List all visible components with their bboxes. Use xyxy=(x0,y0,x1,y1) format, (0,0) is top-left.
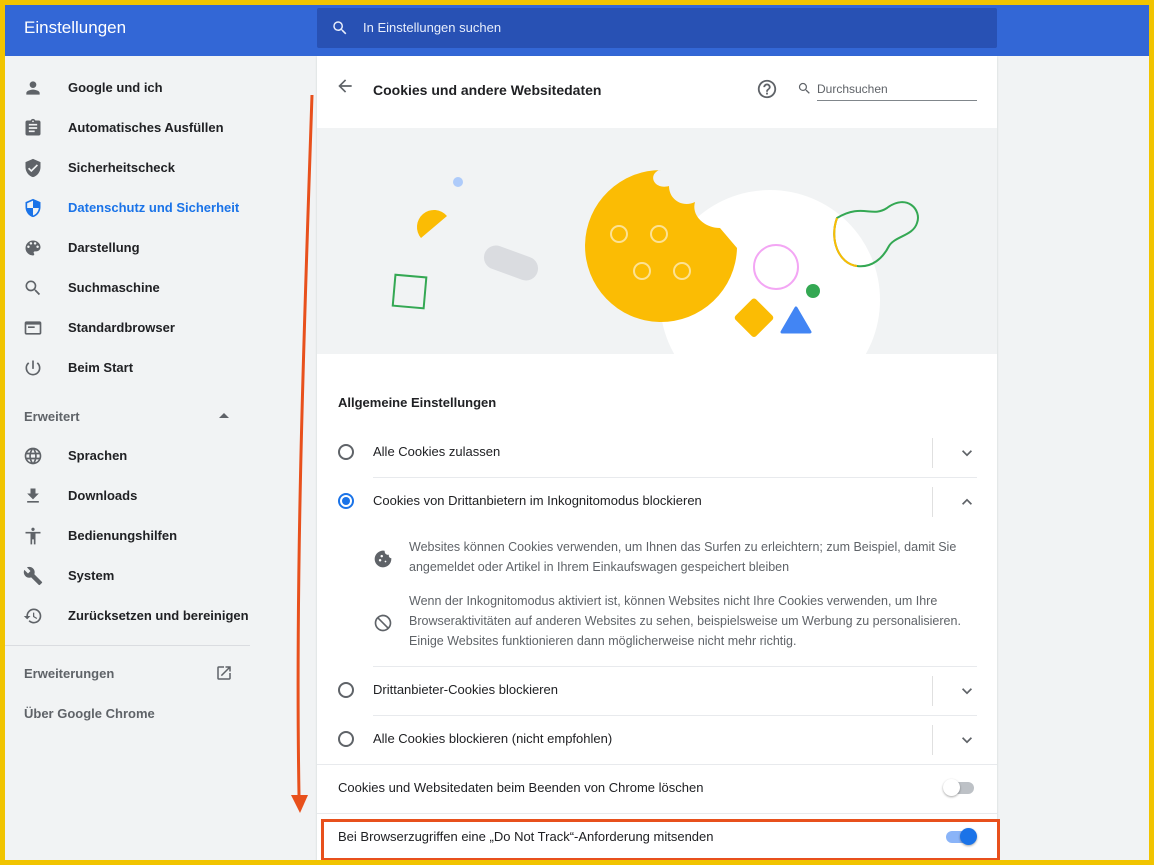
clear-on-exit-toggle[interactable] xyxy=(943,779,974,796)
sidebar-item-default-browser[interactable]: Standardbrowser xyxy=(5,310,250,346)
sidebar-item-accessibility[interactable]: Bedienungshilfen xyxy=(5,518,250,554)
radio-row-block-third-party[interactable]: Drittanbieter-Cookies blockieren xyxy=(317,666,997,714)
sidebar-item-reset[interactable]: Zurücksetzen und bereinigen xyxy=(5,598,250,634)
radio-label: Drittanbieter-Cookies blockieren xyxy=(373,682,558,697)
radio-block-third-party[interactable] xyxy=(338,682,354,698)
back-arrow-icon[interactable] xyxy=(335,76,355,96)
search-icon xyxy=(798,82,810,94)
collapse-arrow-icon[interactable] xyxy=(218,411,230,419)
radio-row-block-all[interactable]: Alle Cookies blockieren (nicht empfohlen… xyxy=(317,715,997,763)
sidebar-item-label: Automatisches Ausfüllen xyxy=(68,120,224,135)
browser-icon xyxy=(24,321,42,335)
radio-label: Cookies von Drittanbietern im Inkognitom… xyxy=(373,493,702,508)
general-settings-heading: Allgemeine Einstellungen xyxy=(338,395,497,410)
radio-label: Alle Cookies zulassen xyxy=(373,444,501,459)
external-link-icon[interactable] xyxy=(215,664,233,682)
clear-on-exit-row[interactable]: Cookies und Websitedaten beim Beenden vo… xyxy=(317,764,997,812)
restore-icon xyxy=(23,608,42,624)
clear-on-exit-label: Cookies und Websitedaten beim Beenden vo… xyxy=(338,780,704,795)
download-icon xyxy=(27,488,39,503)
about-chrome-link[interactable]: Über Google Chrome xyxy=(24,706,155,721)
sidebar-item-privacy[interactable]: Datenschutz und Sicherheit xyxy=(5,190,250,226)
sidebar-item-label: Downloads xyxy=(68,488,138,503)
cookies-illustration-graphic xyxy=(391,169,919,354)
toggle-knob xyxy=(943,779,960,796)
advanced-section-label[interactable]: Erweitert xyxy=(24,409,80,424)
accessibility-icon xyxy=(25,527,41,545)
row-separator xyxy=(932,676,933,706)
sidebar-item-appearance[interactable]: Darstellung xyxy=(5,230,250,266)
description-cookies: Websites können Cookies verwenden, um Ih… xyxy=(409,540,957,574)
sidebar-item-languages[interactable]: Sprachen xyxy=(5,438,250,474)
row-separator xyxy=(932,487,933,517)
extensions-link[interactable]: Erweiterungen xyxy=(24,666,114,681)
settings-window: Einstellungen In Einstellungen suchen Go… xyxy=(5,5,1149,860)
radio-row-allow-all[interactable]: Alle Cookies zulassen xyxy=(317,428,997,476)
sidebar-item-label: Standardbrowser xyxy=(68,320,175,335)
sidebar-item-label: System xyxy=(68,568,115,583)
sidebar-item-label: Zurücksetzen und bereinigen xyxy=(68,608,249,623)
shield-check-icon xyxy=(25,158,41,178)
radio-block-all[interactable] xyxy=(338,731,354,747)
wrench-icon xyxy=(23,566,43,586)
chevron-down-icon[interactable] xyxy=(957,730,977,750)
block-icon xyxy=(374,614,392,632)
chevron-up-icon[interactable] xyxy=(957,492,977,512)
row-separator xyxy=(932,438,933,468)
search-underline xyxy=(817,100,977,101)
sidebar-item-label: Bedienungshilfen xyxy=(68,528,178,543)
app-title: Einstellungen xyxy=(24,18,127,37)
shield-icon xyxy=(25,198,41,218)
panel-search-input[interactable]: Durchsuchen xyxy=(817,82,888,96)
clipboard-icon xyxy=(25,118,41,136)
chevron-down-icon[interactable] xyxy=(957,681,977,701)
sidebar-item-google-und-ich[interactable]: Google und ich xyxy=(5,70,250,106)
sidebar-item-label: Darstellung xyxy=(68,240,140,255)
settings-search-bar[interactable]: In Einstellungen suchen xyxy=(317,8,997,48)
row-separator xyxy=(932,725,933,755)
sidebar-item-search-engine[interactable]: Suchmaschine xyxy=(5,270,250,306)
do-not-track-highlight xyxy=(321,819,1000,860)
sidebar-divider xyxy=(5,645,250,646)
sidebar-item-on-startup[interactable]: Beim Start xyxy=(5,350,250,386)
radio-row-block-incognito[interactable]: Cookies von Drittanbietern im Inkognitom… xyxy=(317,477,997,525)
sidebar-item-label: Sicherheitscheck xyxy=(68,160,175,175)
search-icon xyxy=(333,21,347,35)
panel-header: Cookies und andere Websitedaten Durchsuc… xyxy=(317,56,997,128)
person-icon xyxy=(26,81,40,95)
radio-allow-all[interactable] xyxy=(338,444,354,460)
sidebar-item-system[interactable]: System xyxy=(5,558,250,594)
chevron-down-icon[interactable] xyxy=(957,443,977,463)
sidebar-item-safety-check[interactable]: Sicherheitscheck xyxy=(5,150,250,186)
palette-icon xyxy=(25,240,41,256)
radio-block-incognito[interactable] xyxy=(338,493,354,509)
cookies-settings-panel: Cookies und andere Websitedaten Durchsuc… xyxy=(317,56,997,860)
sidebar-item-autofill[interactable]: Automatisches Ausfüllen xyxy=(5,110,250,146)
radio-label: Alle Cookies blockieren (nicht empfohlen… xyxy=(373,731,613,746)
sidebar-item-label: Google und ich xyxy=(68,80,163,95)
description-incognito: Wenn der Inkognitomodus aktiviert ist, k… xyxy=(409,594,961,648)
cookies-illustration xyxy=(317,128,997,354)
sidebar-item-downloads[interactable]: Downloads xyxy=(5,478,250,514)
power-icon xyxy=(25,360,41,376)
page-title: Cookies und andere Websitedaten xyxy=(373,82,602,98)
sidebar-item-label: Sprachen xyxy=(68,448,128,463)
cookie-icon xyxy=(374,550,392,568)
search-icon xyxy=(25,280,41,296)
sidebar-item-label: Suchmaschine xyxy=(68,280,160,295)
sidebar-item-label: Datenschutz und Sicherheit xyxy=(68,200,240,215)
globe-icon xyxy=(24,447,42,465)
help-icon[interactable] xyxy=(756,78,778,100)
settings-search-input[interactable]: In Einstellungen suchen xyxy=(363,20,501,35)
top-bar: Einstellungen In Einstellungen suchen xyxy=(5,5,1149,56)
sidebar-item-label: Beim Start xyxy=(68,360,134,375)
